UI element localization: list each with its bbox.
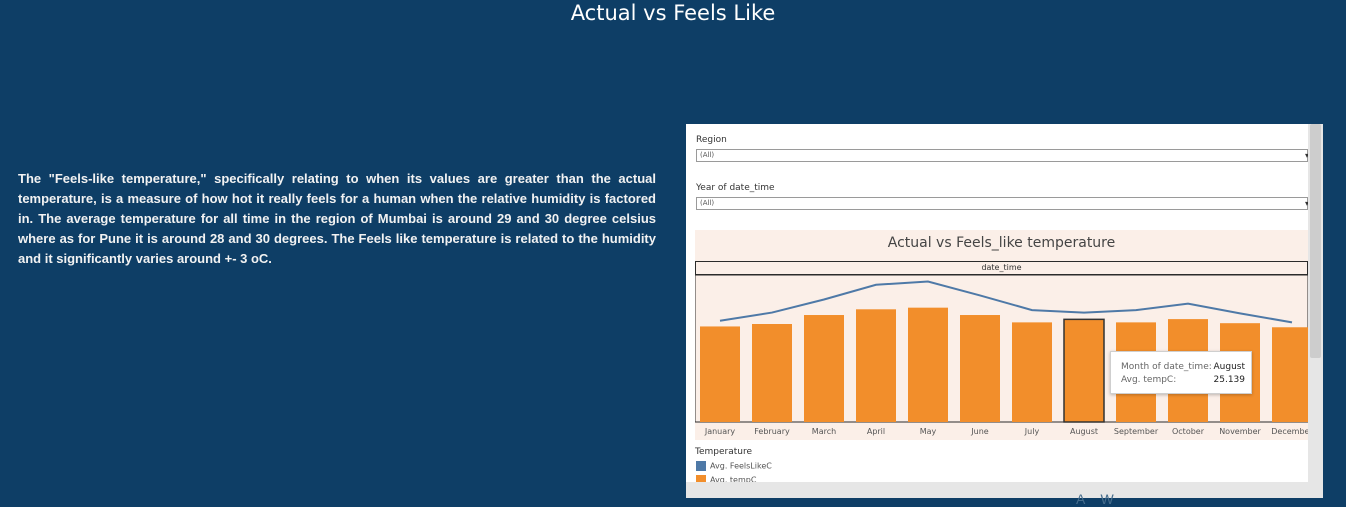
bar-march[interactable] [804,315,844,422]
year-filter-select[interactable]: (All) ▾ [696,197,1309,210]
tick-label-august: August [1070,427,1098,436]
chart-panel: Actual vs Feels_like temperature date_ti… [695,230,1308,440]
tick-label-march: March [812,427,836,436]
tooltip-temp-value: 25.139 [1213,375,1246,385]
tooltip-row-temp: Avg. tempC: 25.139 [1121,375,1245,385]
chart-tooltip: Month of date_time: August Avg. tempC: 2… [1110,351,1252,394]
tick-label-october: October [1172,427,1205,436]
bar-may[interactable] [908,307,948,422]
tooltip-row-month: Month of date_time: August [1121,362,1245,372]
tooltip-temp-label: Avg. tempC: [1121,375,1177,385]
horizontal-scrollbar[interactable] [686,482,1308,498]
chart-title: Actual vs Feels_like temperature [887,235,1116,251]
tooltip-month-label: Month of date_time: [1121,362,1212,372]
scrollbar-thumb[interactable] [1310,124,1321,358]
tableau-viz[interactable]: Region (All) ▾ Year of date_time (All) ▾… [686,124,1323,498]
tick-label-may: May [920,427,937,436]
tick-label-june: June [970,427,989,436]
bar-january[interactable] [700,326,740,422]
bar-july[interactable] [1012,322,1052,422]
description-text: The "Feels-like temperature," specifical… [18,171,656,266]
tooltip-month-value: August [1213,362,1246,372]
column-header: date_time [695,261,1308,275]
page-title: Actual vs Feels Like [570,1,776,25]
bar-august[interactable] [1063,318,1105,423]
region-filter-select[interactable]: (All) ▾ [696,149,1309,162]
tick-label-september: September [1114,427,1159,436]
vertical-scrollbar[interactable] [1308,124,1323,498]
region-filter-value: (All) [700,151,715,159]
legend-swatch-feelslike [696,461,706,471]
tick-label-july: July [1024,427,1040,436]
legend-label-feelslike: Avg. FeelsLikeC [710,461,772,471]
bar-february[interactable] [752,324,792,422]
year-filter-label: Year of date_time [696,183,775,193]
bar-april[interactable] [856,309,896,422]
tick-label-january: January [704,427,736,436]
tick-label-november: November [1219,427,1261,436]
bar-june[interactable] [960,315,1000,422]
legend-item-feelslike[interactable]: Avg. FeelsLikeC [696,461,772,472]
tick-label-april: April [867,427,885,436]
bottom-fragment-text: A W [1076,491,1120,507]
tick-label-february: February [754,427,790,436]
tick-label-december: December [1271,427,1308,436]
legend-title: Temperature [695,447,753,457]
year-filter-value: (All) [700,199,715,207]
region-filter-label: Region [696,135,727,145]
bar-december[interactable] [1272,327,1308,422]
